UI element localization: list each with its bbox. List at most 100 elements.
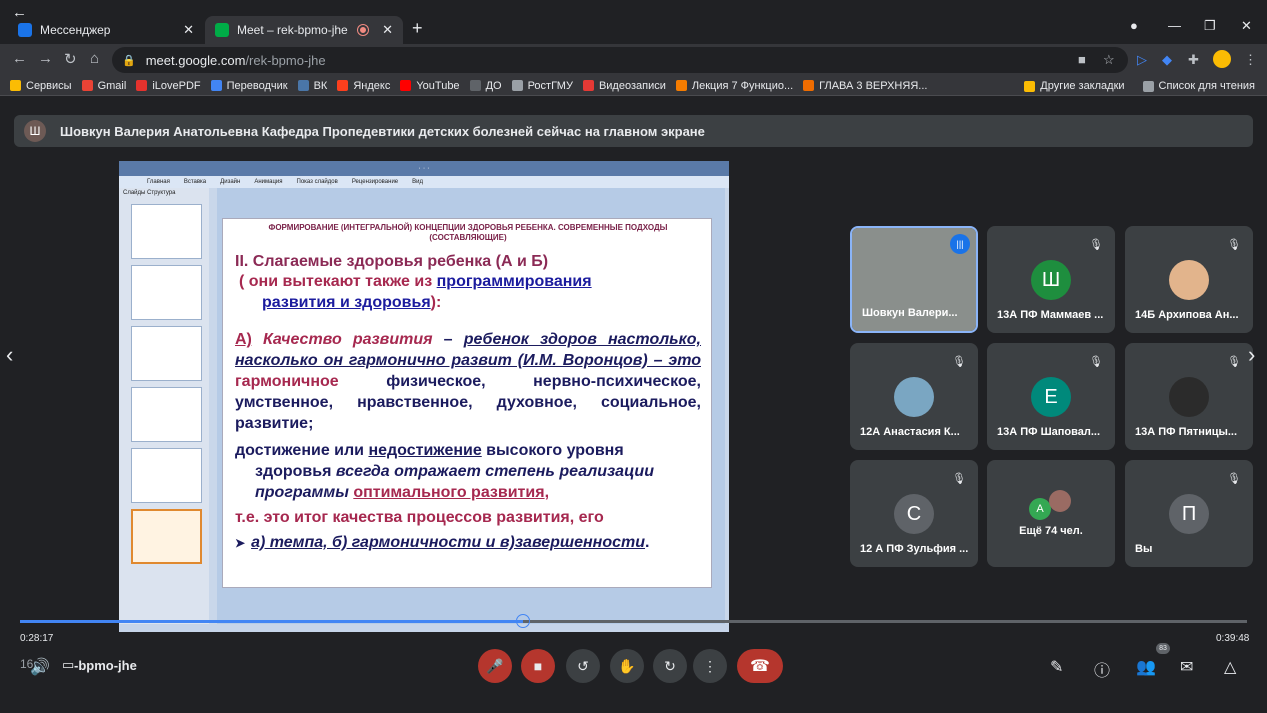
bookmark-vk[interactable]: ВК	[297, 80, 327, 92]
window-close-icon[interactable]: ✕	[1241, 18, 1252, 34]
bookmark-chapter3[interactable]: ГЛАВА 3 ВЕРХНЯЯ...	[803, 80, 927, 92]
extensions-puzzle-icon[interactable]: ✚	[1188, 52, 1199, 68]
participant-tile[interactable]: 🎙︎ 14Б Архипова Ан...	[1125, 226, 1253, 333]
back-icon[interactable]: ←	[12, 50, 27, 67]
messenger-favicon-icon	[18, 23, 32, 37]
mic-muted-icon: 🎙︎	[1089, 356, 1103, 368]
mic-muted-icon: 🎙︎	[1227, 239, 1241, 251]
hand-icon: ✋	[618, 657, 636, 674]
tab-meet[interactable]: Meet – rek-bpmo-jhe ✕	[205, 16, 403, 44]
progress-knob[interactable]	[516, 614, 531, 628]
more-participants-avatars: А	[1029, 490, 1071, 520]
present-button[interactable]: ↻	[653, 649, 687, 683]
chevron-right-icon[interactable]: ›	[1248, 342, 1255, 368]
slide-text: ,	[544, 484, 550, 501]
subtitles-icon[interactable]: ▭	[62, 657, 74, 673]
participant-tile[interactable]: А Ещё 74 чел.	[987, 460, 1115, 567]
more-menu-icon[interactable]: ⋮	[1244, 52, 1257, 68]
progress-fill	[20, 620, 524, 623]
leave-call-button[interactable]: ☎	[737, 649, 783, 683]
bookmark-gmail[interactable]: Gmail	[81, 80, 126, 92]
bookmark-translator[interactable]: Переводчик	[210, 80, 288, 92]
participant-avatar: А	[1029, 498, 1051, 520]
close-icon[interactable]: ✕	[382, 22, 393, 38]
bookmark-other-folder[interactable]: Другие закладки	[1024, 80, 1125, 92]
participant-name: Шовкун Валери...	[862, 307, 958, 319]
ribbon-tab: Анимация	[254, 179, 283, 185]
info-icon[interactable]: ⓘ	[1094, 657, 1110, 681]
chat-icon[interactable]: ✉	[1180, 657, 1193, 677]
extension-play-icon[interactable]: ▷	[1137, 52, 1147, 68]
yandex-icon	[337, 80, 349, 91]
participant-avatar: Ш	[1031, 260, 1071, 300]
maximize-icon[interactable]: ❐	[1204, 18, 1216, 34]
participant-tile[interactable]: Ш 🎙︎ 13А ПФ Маммаев ...	[987, 226, 1115, 333]
participant-tile[interactable]: 🎙︎ 12А Анастасия К...	[850, 343, 978, 450]
plus-icon	[803, 80, 815, 91]
mic-off-button[interactable]: 🎤	[478, 649, 512, 683]
participant-tile[interactable]: 🎙︎ 13А ПФ Пятницы...	[1125, 343, 1253, 450]
bookmark-youtube[interactable]: YouTube	[400, 79, 460, 92]
home-icon[interactable]: ⌂	[90, 50, 99, 67]
bookmark-services[interactable]: Сервисы	[10, 80, 72, 92]
recording-progress-bar[interactable]	[20, 614, 1247, 628]
participant-tile[interactable]: С 🎙︎ 12 А ПФ Зульфия ...	[850, 460, 978, 567]
address-bar[interactable]: 🔒 meet.google.com /rek-bpmo-jhe	[112, 47, 1128, 73]
raise-hand-button[interactable]: ✋	[610, 649, 644, 683]
bookmark-do[interactable]: ДО	[469, 80, 502, 92]
bookmark-videos[interactable]: Видеозаписи	[582, 80, 666, 92]
reload-icon[interactable]: ↻	[64, 50, 77, 68]
minimize-icon[interactable]: —	[1168, 18, 1181, 33]
ribbon-tab: Главная	[147, 179, 170, 185]
participant-name: 12А Анастасия К...	[860, 426, 960, 438]
more-options-button[interactable]: ⋮	[693, 649, 727, 683]
volume-icon[interactable]: 🔊	[30, 657, 50, 677]
shield-icon	[469, 80, 481, 91]
slide-text: .	[645, 534, 650, 551]
activities-icon[interactable]: △	[1224, 657, 1236, 677]
close-icon[interactable]: ✕	[183, 22, 194, 38]
slide-line: ( они вытекают также из программирования	[235, 271, 701, 292]
bookmark-label: ГЛАВА 3 ВЕРХНЯЯ...	[819, 79, 928, 92]
bookmark-ilovepdf[interactable]: iLovePDF	[136, 79, 201, 92]
bookmark-label: iLovePDF	[152, 79, 201, 92]
participant-name: 13А ПФ Пятницы...	[1135, 426, 1238, 438]
bookmark-label: Сервисы	[26, 79, 72, 92]
bookmark-label: YouTube	[416, 79, 460, 92]
camera-off-icon: ■	[533, 658, 543, 674]
slide-text: программирования	[436, 273, 592, 290]
participant-name: 14Б Архипова Ан...	[1135, 309, 1239, 321]
mic-muted-icon: 🎙︎	[1089, 239, 1103, 251]
banner-text: Шовкун Валерия Анатольевна Кафедра Пропе…	[60, 123, 705, 139]
participant-tile[interactable]: П 🎙︎ Вы	[1125, 460, 1253, 567]
meeting-code: -bpmo-jhe	[74, 658, 137, 673]
camera-icon[interactable]: ■	[1078, 52, 1086, 67]
profile-avatar[interactable]	[1213, 50, 1231, 68]
people-icon[interactable]: 👥	[1136, 657, 1156, 677]
slide-text: А)	[235, 331, 252, 348]
slide-text: гармоничное	[235, 373, 339, 390]
bookmark-rostgmu[interactable]: РостГМУ	[511, 80, 573, 92]
new-tab-icon[interactable]: +	[412, 18, 423, 39]
slide-text: недостижение	[368, 442, 482, 459]
chevron-left-icon[interactable]: ‹	[6, 342, 13, 368]
reading-list[interactable]: Список для чтения	[1142, 80, 1255, 92]
bookmark-yandex[interactable]: Яндекс	[337, 80, 390, 92]
forward-icon[interactable]: →	[38, 50, 53, 67]
participant-tile[interactable]: Е 🎙︎ 13А ПФ Шаповал...	[987, 343, 1115, 450]
folder-icon	[1024, 80, 1036, 92]
participant-tile[interactable]: ||| Шовкун Валери...	[850, 226, 978, 333]
bookmarks-right: Другие закладки Список для чтения	[1014, 76, 1255, 96]
profile-menu-icon[interactable]: ●	[1130, 18, 1138, 33]
extension-shield-icon[interactable]: ◆	[1162, 52, 1172, 68]
camera-off-button[interactable]: ■	[521, 649, 555, 683]
tab-messenger[interactable]: Мессенджер ✕	[8, 16, 204, 44]
rewind-10-icon: ↺	[577, 657, 589, 674]
captions-button[interactable]: ↺	[566, 649, 600, 683]
bookmark-lecture7[interactable]: Лекция 7 Функцио...	[675, 80, 793, 92]
slide-text: ):	[430, 294, 442, 311]
bookmark-star-icon[interactable]: ☆	[1103, 52, 1115, 68]
pencil-icon[interactable]: ✎	[1050, 657, 1063, 677]
bookmark-label: Другие закладки	[1040, 80, 1125, 92]
participant-name: 12 А ПФ Зульфия ...	[860, 543, 969, 555]
